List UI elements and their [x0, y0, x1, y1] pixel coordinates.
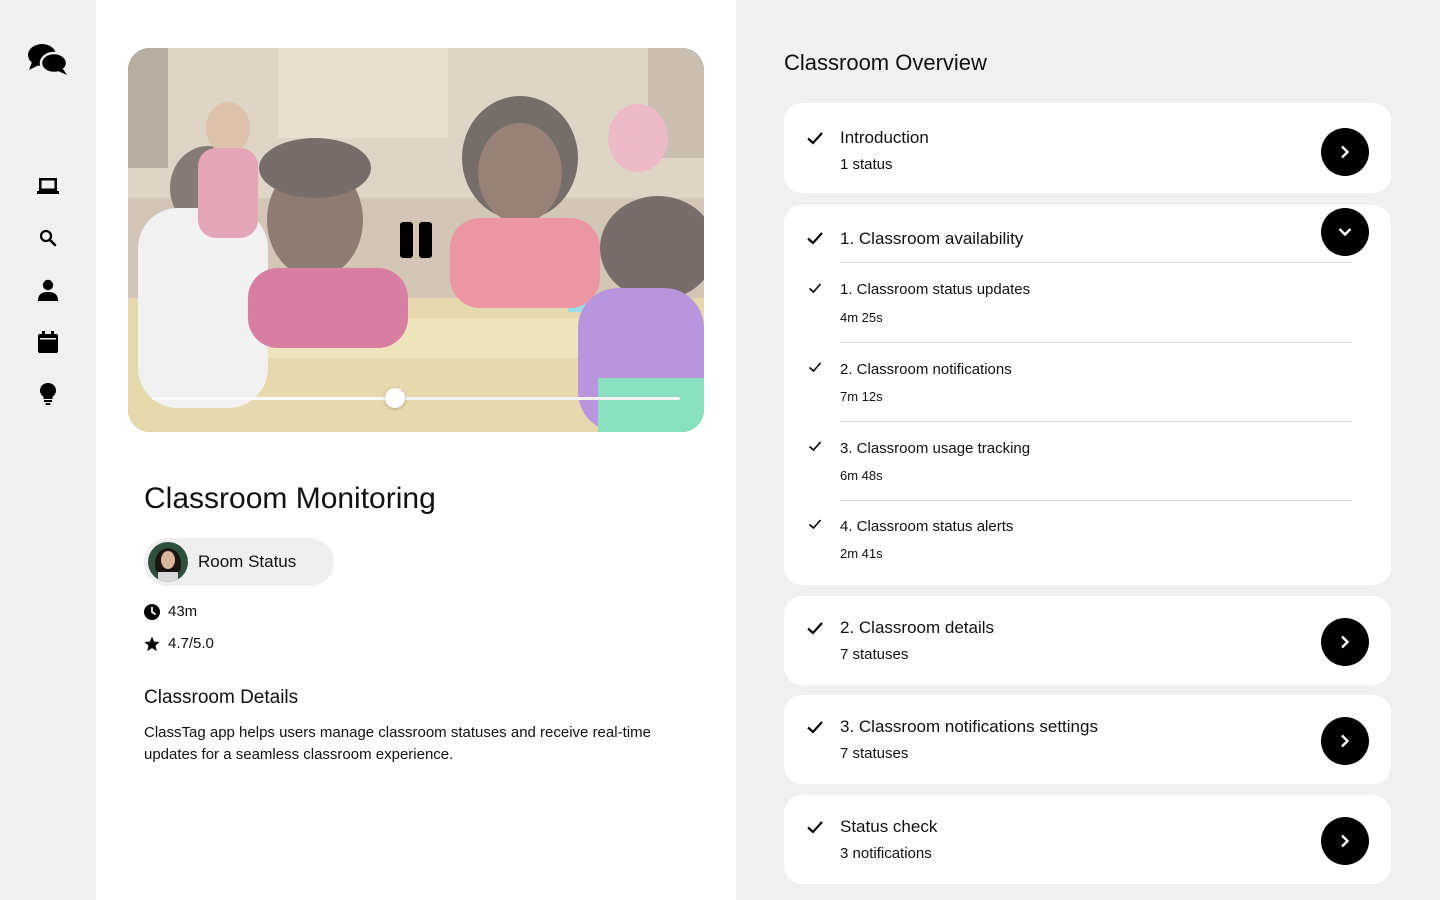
- chevron-right-icon: [1341, 734, 1350, 748]
- expand-section-button[interactable]: [1321, 128, 1369, 176]
- section-subtitle: 1 status: [840, 156, 893, 173]
- details-text: ClassTag app helps users manage classroo…: [144, 724, 651, 763]
- pause-button[interactable]: [400, 222, 432, 260]
- course-panel: Classroom Monitoring Room Status 43m 4.7…: [96, 0, 736, 900]
- chevron-right-icon: [1341, 834, 1350, 848]
- overview-panel: Classroom Overview Introduction 1 status…: [736, 0, 1440, 900]
- expand-section-button[interactable]: [1321, 717, 1369, 765]
- section-title: 3. Classroom notifications settings: [840, 717, 1098, 736]
- section-title: Introduction: [840, 128, 929, 147]
- star-icon: [144, 636, 160, 651]
- avatar: [148, 542, 188, 582]
- video-progress-fill: [152, 397, 395, 400]
- check-icon: [808, 441, 822, 452]
- check-icon: [807, 721, 823, 734]
- lesson-item-duration: 6m 48s: [840, 468, 883, 483]
- lesson-item-title[interactable]: 1. Classroom status updates: [840, 281, 1030, 298]
- section-title: Status check: [840, 817, 938, 836]
- divider: [840, 342, 1352, 343]
- calendar-icon[interactable]: [36, 330, 60, 354]
- chat-bubbles-icon[interactable]: [27, 42, 69, 76]
- section-title: 1. Classroom availability: [840, 229, 1024, 248]
- section-subtitle: 3 notifications: [840, 845, 932, 862]
- section-card-notifications-settings[interactable]: 3. Classroom notifications settings 7 st…: [784, 695, 1391, 784]
- section-subtitle: 7 statuses: [840, 745, 909, 762]
- check-icon: [808, 283, 822, 294]
- check-icon: [807, 132, 823, 145]
- section-title: 2. Classroom details: [840, 618, 995, 637]
- chevron-right-icon: [1341, 635, 1350, 649]
- sidebar: [0, 0, 96, 900]
- lesson-item-title[interactable]: 3. Classroom usage tracking: [840, 440, 1030, 457]
- lesson-item-duration: 4m 25s: [840, 310, 883, 325]
- divider: [840, 500, 1352, 501]
- check-icon: [808, 362, 822, 373]
- check-icon: [808, 519, 822, 530]
- divider: [840, 421, 1352, 422]
- expand-section-button[interactable]: [1321, 817, 1369, 865]
- duration-row: 43m: [144, 603, 197, 620]
- lesson-item-duration: 7m 12s: [840, 389, 883, 404]
- video-player[interactable]: [128, 48, 704, 432]
- course-rating: 4.7/5.0: [168, 635, 214, 652]
- details-heading: Classroom Details: [144, 687, 299, 708]
- section-card-introduction[interactable]: Introduction 1 status: [784, 103, 1391, 193]
- author-name: Room Status: [198, 552, 297, 571]
- section-subtitle: 7 statuses: [840, 646, 909, 663]
- clock-icon: [144, 603, 160, 620]
- classroom-screen-icon[interactable]: [36, 174, 60, 198]
- person-icon[interactable]: [36, 278, 60, 302]
- section-card-classroom-availability: 1. Classroom availability 1. Classroom s…: [784, 205, 1391, 585]
- course-duration: 43m: [168, 603, 198, 620]
- author-chip[interactable]: Room Status: [144, 538, 334, 586]
- search-icon[interactable]: [36, 226, 60, 250]
- lesson-item-duration: 2m 41s: [840, 546, 883, 561]
- video-progress-track[interactable]: [152, 388, 680, 408]
- pause-bar-left: [400, 222, 413, 258]
- divider: [840, 262, 1352, 263]
- chevron-down-icon: [1338, 228, 1352, 237]
- section-card-status-check[interactable]: Status check 3 notifications: [784, 795, 1391, 884]
- check-icon: [807, 232, 823, 245]
- pause-bar-right: [419, 222, 432, 258]
- section-card-classroom-details[interactable]: 2. Classroom details 7 statuses: [784, 596, 1391, 685]
- collapse-section-button[interactable]: [1321, 208, 1369, 256]
- lightbulb-icon[interactable]: [36, 382, 60, 406]
- check-icon: [807, 821, 823, 834]
- overview-title: Classroom Overview: [784, 50, 987, 75]
- expand-section-button[interactable]: [1321, 618, 1369, 666]
- lesson-item-title[interactable]: 4. Classroom status alerts: [840, 518, 1013, 535]
- check-icon: [807, 622, 823, 635]
- lesson-item-title[interactable]: 2. Classroom notifications: [840, 361, 1012, 378]
- rating-row: 4.7/5.0: [144, 635, 214, 652]
- course-title: Classroom Monitoring: [144, 482, 436, 515]
- video-scrubber-handle[interactable]: [384, 388, 405, 408]
- chevron-right-icon: [1341, 145, 1350, 159]
